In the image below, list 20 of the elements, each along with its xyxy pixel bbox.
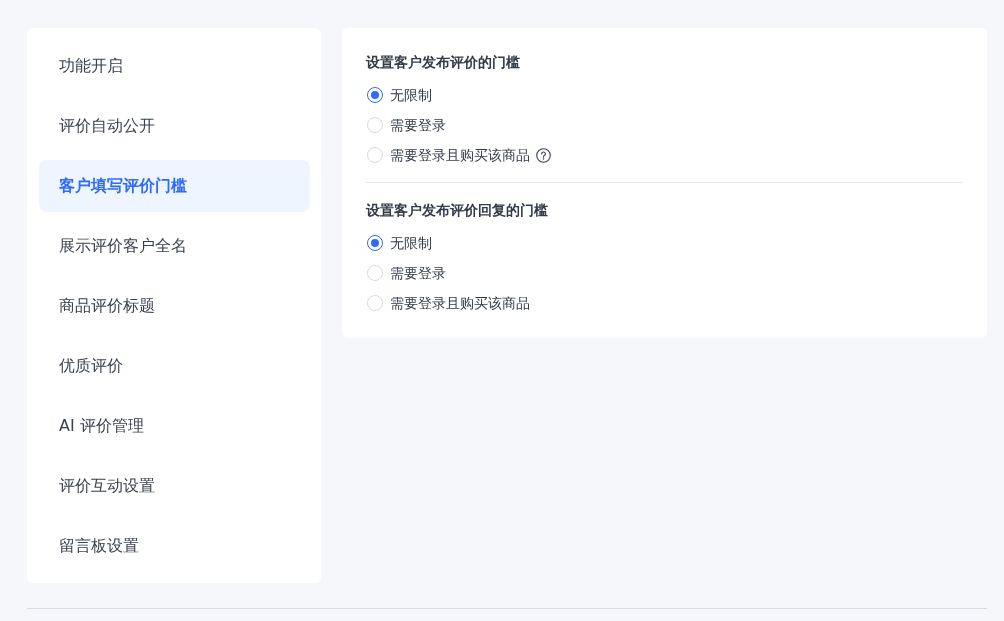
sidebar-item[interactable]: 评价互动设置	[39, 460, 310, 512]
sidebar-item[interactable]: 评价自动公开	[39, 100, 310, 152]
option-label[interactable]: 无限制	[390, 233, 432, 253]
option-label[interactable]: 需要登录且购买该商品	[390, 293, 530, 313]
option-label[interactable]: 需要登录且购买该商品	[390, 145, 530, 165]
option-label[interactable]: 需要登录	[390, 115, 446, 135]
sidebar-item[interactable]: AI 评价管理	[39, 400, 310, 452]
section-title: 设置客户发布评价回复的门槛	[366, 201, 549, 220]
sidebar-item[interactable]: 客户填写评价门槛	[39, 160, 310, 212]
sidebar-item[interactable]: 商品评价标题	[39, 280, 310, 332]
section-title: 设置客户发布评价的门槛	[366, 53, 521, 72]
radio-button[interactable]	[367, 235, 383, 251]
option-label[interactable]: 需要登录	[390, 263, 446, 283]
sidebar-item[interactable]: 功能开启	[39, 40, 310, 92]
help-icon[interactable]	[536, 147, 551, 163]
option-label[interactable]: 无限制	[390, 85, 432, 105]
sidebar-item[interactable]: 优质评价	[39, 340, 310, 392]
radio-button[interactable]	[367, 87, 383, 103]
sidebar-item[interactable]: 展示评价客户全名	[39, 220, 310, 272]
sidebar-item[interactable]: 留言板设置	[39, 520, 310, 572]
